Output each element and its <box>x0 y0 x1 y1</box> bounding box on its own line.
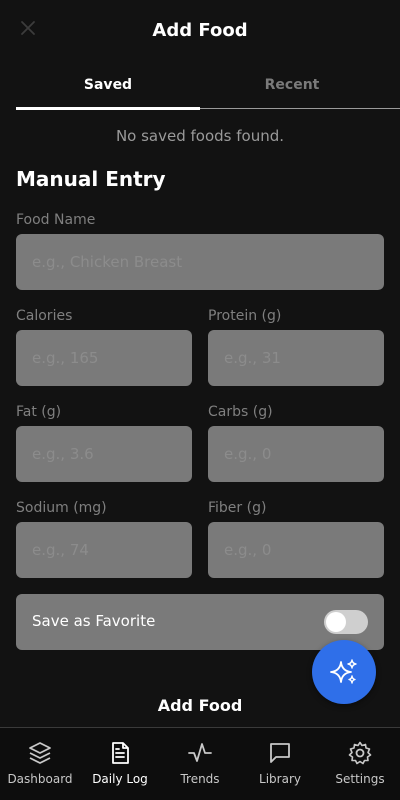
page-title: Add Food <box>152 20 248 41</box>
nav-item-daily-log[interactable]: Daily Log <box>80 728 160 800</box>
toggle-knob <box>326 612 346 632</box>
save-favorite-label: Save as Favorite <box>32 612 156 630</box>
tab-bar: Saved Recent <box>16 64 400 110</box>
add-food-button[interactable]: Add Food <box>16 690 384 722</box>
empty-saved-message: No saved foods found. <box>115 127 285 145</box>
sodium-label: Sodium (mg) <box>16 500 107 516</box>
tab-recent[interactable]: Recent <box>200 64 384 108</box>
nav-item-settings[interactable]: Settings <box>320 728 400 800</box>
activity-icon <box>188 743 212 762</box>
fiber-label: Fiber (g) <box>208 500 267 516</box>
manual-entry-title: Manual Entry <box>16 167 166 191</box>
nav-label-dashboard: Dashboard <box>7 772 73 786</box>
fat-input[interactable] <box>16 426 192 482</box>
nav-label-settings: Settings <box>335 772 385 786</box>
sparkles-icon <box>330 659 357 684</box>
add-food-screen: Add Food Saved Recent No saved foods fou… <box>0 0 400 800</box>
layers-icon <box>29 742 51 764</box>
calories-label: Calories <box>16 308 73 324</box>
calories-input[interactable] <box>16 330 192 386</box>
nav-label-trends: Trends <box>180 772 220 786</box>
carbs-input[interactable] <box>208 426 384 482</box>
save-favorite-row[interactable]: Save as Favorite <box>16 594 384 650</box>
tab-saved[interactable]: Saved <box>16 64 200 110</box>
nav-label-daily-log: Daily Log <box>92 772 148 786</box>
nav-item-trends[interactable]: Trends <box>160 728 240 800</box>
protein-label: Protein (g) <box>208 308 282 324</box>
sodium-input[interactable] <box>16 522 192 578</box>
nav-item-library[interactable]: Library <box>240 728 320 800</box>
save-favorite-toggle[interactable] <box>324 610 368 634</box>
message-square-icon <box>270 743 290 763</box>
food-name-label: Food Name <box>16 212 96 228</box>
carbs-label: Carbs (g) <box>208 404 273 420</box>
nav-item-dashboard[interactable]: Dashboard <box>0 728 80 800</box>
food-name-input[interactable] <box>16 234 384 290</box>
bottom-nav: Dashboard Daily Log Trends Library Setti… <box>0 727 400 800</box>
header: Add Food <box>0 0 400 64</box>
fiber-input[interactable] <box>208 522 384 578</box>
document-icon <box>112 742 129 764</box>
nav-label-library: Library <box>259 772 301 786</box>
fat-label: Fat (g) <box>16 404 62 420</box>
protein-input[interactable] <box>208 330 384 386</box>
gear-icon <box>348 741 372 765</box>
